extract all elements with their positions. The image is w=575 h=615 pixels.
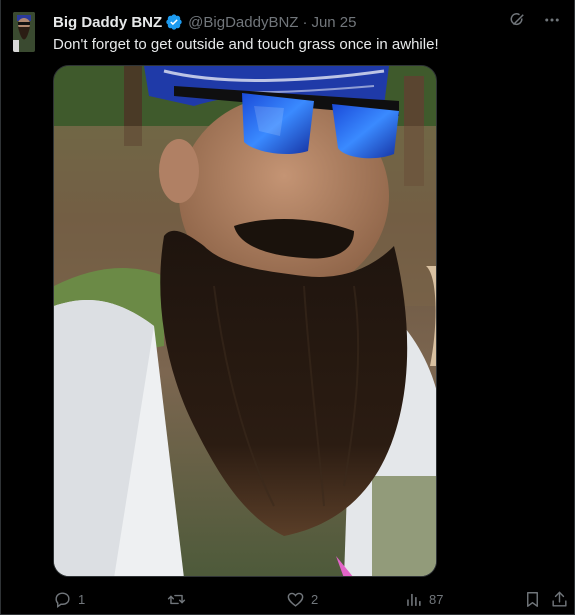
share-icon: [550, 590, 569, 609]
tweet-card[interactable]: Big Daddy BNZ @BigDaddyBNZ · Jun 25 Don'…: [0, 0, 575, 615]
reply-button[interactable]: 1: [53, 588, 85, 610]
views-icon: [404, 590, 423, 609]
repost-button[interactable]: [167, 588, 192, 610]
grok-icon[interactable]: [508, 10, 528, 30]
verified-badge-icon[interactable]: [165, 13, 183, 31]
share-button[interactable]: [550, 588, 569, 610]
post-date[interactable]: Jun 25: [311, 14, 356, 31]
separator-dot: ·: [302, 13, 308, 31]
like-count: 2: [311, 591, 319, 607]
header-actions: [508, 10, 562, 30]
like-button[interactable]: 2: [286, 588, 318, 610]
like-icon: [286, 590, 305, 609]
bookmark-icon: [523, 590, 542, 609]
avatar[interactable]: [13, 12, 35, 52]
display-name[interactable]: Big Daddy BNZ: [53, 14, 162, 31]
more-icon[interactable]: [542, 10, 562, 30]
reply-icon: [53, 590, 72, 609]
user-handle[interactable]: @BigDaddyBNZ: [188, 14, 298, 31]
tweet-header: Big Daddy BNZ @BigDaddyBNZ · Jun 25: [53, 12, 357, 32]
views-count: 87: [429, 591, 444, 607]
action-bar: 1 2 87: [53, 588, 568, 610]
reply-count: 1: [78, 591, 86, 607]
bookmark-button[interactable]: [523, 588, 542, 610]
views-button[interactable]: 87: [404, 588, 443, 610]
tweet-text: Don't forget to get outside and touch gr…: [53, 36, 439, 53]
tweet-photo[interactable]: [53, 65, 437, 577]
repost-icon: [167, 590, 186, 609]
